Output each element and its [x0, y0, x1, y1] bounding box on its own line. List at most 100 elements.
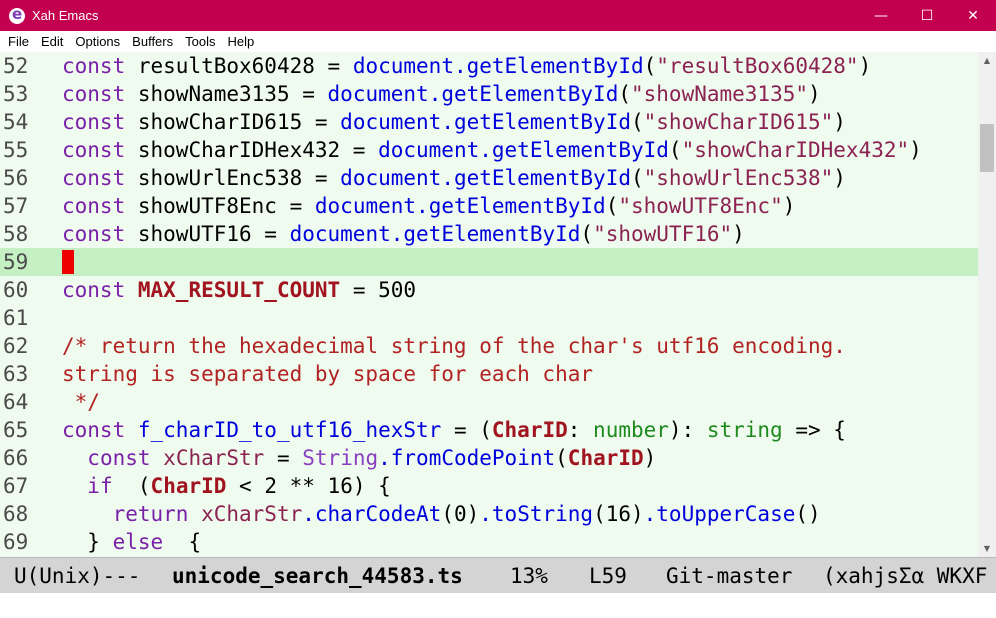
minibuffer[interactable]	[0, 593, 996, 618]
line-number: 62	[3, 334, 29, 358]
maximize-button[interactable]: ☐	[904, 0, 950, 31]
menu-edit[interactable]: Edit	[35, 31, 69, 52]
code-token: .getElementById	[441, 110, 631, 134]
code-text: if (CharID < 2 ** 16) {	[62, 472, 390, 500]
code-token: const	[62, 418, 126, 442]
code-token: const	[87, 446, 151, 470]
code-token: .toString	[479, 502, 594, 526]
code-line[interactable]: 67 if (CharID < 2 ** 16) {	[0, 472, 978, 500]
line-number: 53	[3, 82, 29, 106]
line-number: 66	[3, 446, 29, 470]
code-token: "showUTF8Enc"	[618, 194, 783, 218]
code-token: xCharStr	[201, 502, 303, 526]
code-token: resultBox60428 =	[137, 54, 353, 78]
code-line[interactable]: 66 const xCharStr = String.fromCodePoint…	[0, 444, 978, 472]
code-line[interactable]: 58 const showUTF16 = document.getElementB…	[0, 220, 978, 248]
code-token: "showName3135"	[631, 82, 809, 106]
line-number: 67	[3, 474, 29, 498]
menu-help[interactable]: Help	[221, 31, 260, 52]
code-token: .getElementById	[428, 82, 619, 106]
line-number: 61	[3, 306, 29, 330]
code-token: return	[112, 502, 189, 526]
code-token: /* return the hexadecimal string of the …	[62, 334, 846, 358]
close-button[interactable]: ✕	[950, 0, 996, 31]
title-bar[interactable]: Xah Emacs — ☐ ✕	[0, 0, 996, 31]
code-token: .charCodeAt	[302, 502, 442, 526]
menu-file[interactable]: File	[2, 31, 35, 52]
code-line[interactable]: 52 const resultBox60428 = document.getEle…	[0, 52, 978, 80]
code-token: const	[62, 138, 126, 162]
code-token: )	[833, 110, 846, 134]
code-text: } else {	[62, 528, 201, 556]
emacs-icon	[9, 5, 25, 24]
code-token: const	[62, 110, 126, 134]
code-text: const f_charID_to_utf16_hexStr = (CharID…	[62, 416, 846, 444]
code-token: CharID	[567, 446, 644, 470]
code-line[interactable]: 65 const f_charID_to_utf16_hexStr = (Char…	[0, 416, 978, 444]
code-token: :	[567, 418, 594, 442]
code-line[interactable]: 57 const showUTF8Enc = document.getElemen…	[0, 192, 978, 220]
code-token: const	[62, 54, 126, 78]
code-token: }	[62, 530, 113, 554]
editor-area[interactable]: 52 const resultBox60428 = document.getEle…	[0, 52, 978, 557]
code-token: showUrlEnc538 =	[137, 166, 341, 190]
code-line[interactable]: 69 } else {	[0, 528, 978, 556]
code-text: const MAX_RESULT_COUNT = 500	[62, 276, 416, 304]
modeline-encoding: U(Unix)---	[14, 564, 141, 588]
code-text: const showUTF16 = document.getElementByI…	[62, 220, 745, 248]
code-token: .toUpperCase	[643, 502, 796, 526]
code-token: document	[340, 110, 442, 134]
code-line[interactable]: 68 return xCharStr.charCodeAt(0).toStrin…	[0, 500, 978, 528]
code-token: )	[732, 222, 745, 246]
code-token: const	[62, 82, 126, 106]
code-token: "showCharIDHex432"	[681, 138, 910, 162]
text-cursor	[62, 250, 74, 274]
line-number: 52	[3, 54, 29, 78]
code-token: )	[833, 166, 846, 190]
code-line[interactable]: 53 const showName3135 = document.getEleme…	[0, 80, 978, 108]
line-number: 58	[3, 222, 29, 246]
code-line[interactable]: 55 const showCharIDHex432 = document.getE…	[0, 136, 978, 164]
minimize-button[interactable]: —	[858, 0, 904, 31]
code-line[interactable]: 63 string is separated by space for each …	[0, 360, 978, 388]
code-token: = (	[441, 418, 492, 442]
code-token: )	[782, 194, 796, 218]
mode-line: U(Unix)--- unicode_search_44583.ts 13% L…	[0, 557, 996, 593]
code-token: CharID	[150, 474, 227, 498]
scroll-thumb[interactable]	[980, 124, 994, 172]
modeline-vc[interactable]: Git-master	[666, 558, 792, 593]
code-token: (	[125, 474, 151, 498]
code-line[interactable]: 62 /* return the hexadecimal string of th…	[0, 332, 978, 360]
menu-bar: File Edit Options Buffers Tools Help	[0, 31, 996, 52]
scroll-up-icon[interactable]: ▲	[978, 52, 996, 69]
line-number: 68	[3, 502, 29, 526]
line-number: 63	[3, 362, 29, 386]
code-line[interactable]: 61	[0, 304, 978, 332]
code-line[interactable]: 59	[0, 248, 978, 276]
code-token: (	[605, 194, 619, 218]
menu-options[interactable]: Options	[69, 31, 126, 52]
modeline-buffer-name[interactable]: unicode_search_44583.ts	[172, 558, 463, 593]
code-token: String	[302, 446, 379, 470]
code-token: (	[643, 54, 657, 78]
code-line[interactable]: 54 const showCharID615 = document.getElem…	[0, 108, 978, 136]
close-icon: ✕	[967, 7, 979, 24]
scroll-down-icon[interactable]: ▼	[978, 540, 996, 557]
code-token: document	[378, 138, 480, 162]
code-text: const showName3135 = document.getElement…	[62, 80, 821, 108]
code-token: "showUTF16"	[593, 222, 733, 246]
code-line[interactable]: 60 const MAX_RESULT_COUNT = 500	[0, 276, 978, 304]
line-number: 65	[3, 418, 29, 442]
code-token: number	[593, 418, 669, 442]
code-token: const	[62, 166, 126, 190]
code-token: "showCharID615"	[643, 110, 834, 134]
menu-tools[interactable]: Tools	[179, 31, 221, 52]
code-line[interactable]: 64 */	[0, 388, 978, 416]
code-token: */	[62, 390, 100, 414]
vertical-scrollbar[interactable]: ▲ ▼	[978, 52, 996, 557]
menu-buffers[interactable]: Buffers	[126, 31, 179, 52]
code-token: (	[580, 222, 594, 246]
code-line[interactable]: 56 const showUrlEnc538 = document.getElem…	[0, 164, 978, 192]
modeline-modes[interactable]: (xahjsΣα WKXF	[823, 558, 987, 593]
